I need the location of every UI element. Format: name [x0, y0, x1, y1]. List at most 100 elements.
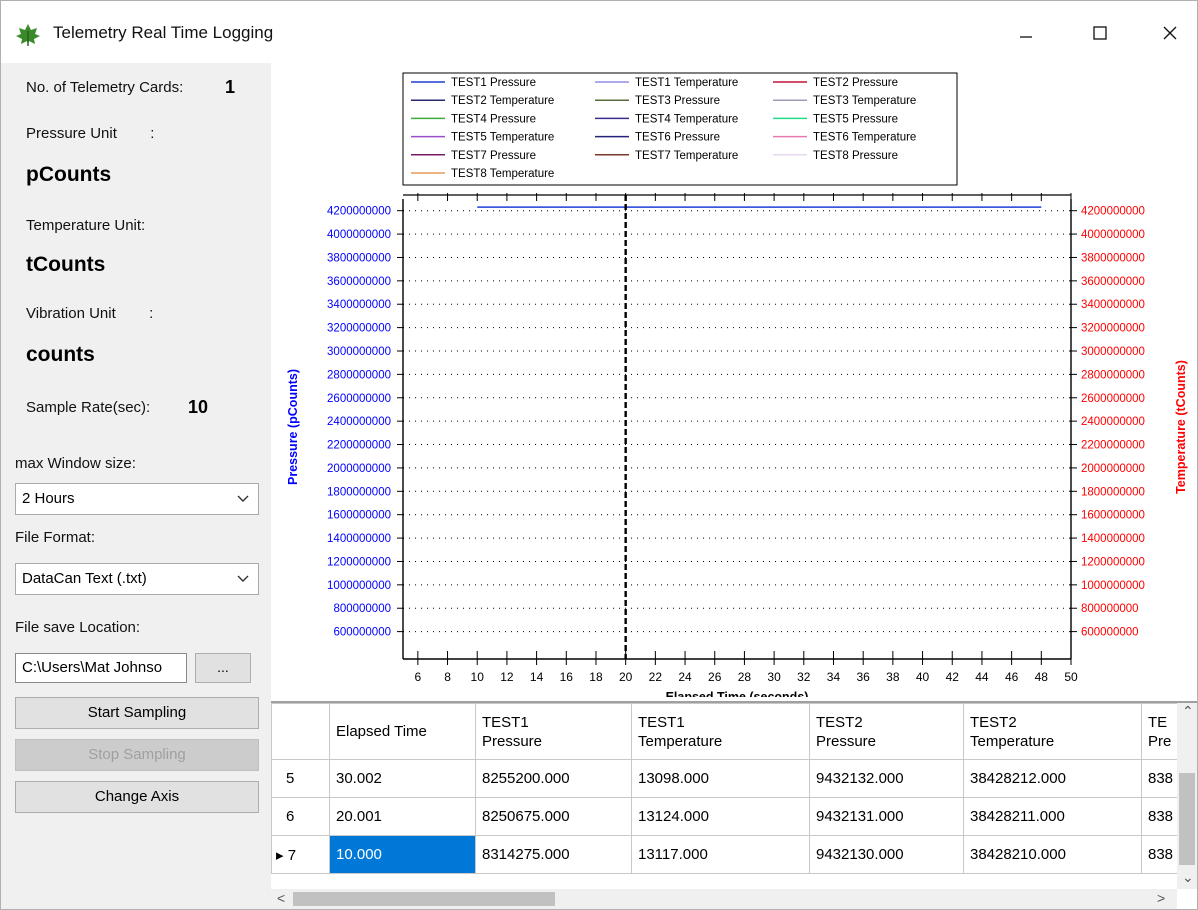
close-button[interactable] [1147, 11, 1193, 55]
row-header[interactable]: ▸ 7 [271, 835, 330, 874]
pressure-unit-label: Pressure Unit : [26, 125, 155, 142]
row-header[interactable]: 5 [271, 759, 330, 798]
table-cell[interactable]: 38428210.000 [963, 835, 1142, 874]
y-tick-label-left: 3600000000 [327, 276, 391, 288]
table-row[interactable]: 5 30.002 8255200.000 13098.000 9432132.000 38… [271, 759, 1178, 798]
column-header[interactable]: TEST1 Temperature [631, 703, 810, 760]
horizontal-scrollbar[interactable]: < > [271, 889, 1177, 909]
max-window-select[interactable]: 2 Hours [15, 483, 259, 515]
y-tick-label-right: 1400000000 [1081, 533, 1145, 545]
column-header[interactable]: Elapsed Time [329, 703, 476, 760]
y-tick-label-right: 3000000000 [1081, 346, 1145, 358]
y-tick-label-left: 4000000000 [327, 229, 391, 241]
vertical-scroll-thumb[interactable] [1179, 773, 1195, 865]
legend-label: TEST2 Temperature [451, 95, 554, 107]
legend-label: TEST4 Pressure [451, 113, 536, 125]
legend-label: TEST8 Pressure [813, 150, 898, 162]
legend-label: TEST5 Temperature [451, 132, 554, 144]
file-format-label: File Format: [15, 529, 96, 546]
stop-sampling-button[interactable]: Stop Sampling [15, 739, 259, 771]
max-window-label: max Window size: [15, 455, 136, 472]
y-tick-label-left: 2800000000 [327, 369, 391, 381]
table-cell[interactable]: 838 [1141, 835, 1178, 874]
table-cell[interactable]: 8255200.000 [475, 759, 632, 798]
y-tick-label-left: 3800000000 [327, 252, 391, 264]
table-cell[interactable]: 20.001 [329, 797, 476, 836]
y-tick-label-left: 2400000000 [327, 416, 391, 428]
table-cell[interactable]: 9432132.000 [809, 759, 964, 798]
y-tick-label-left: 1600000000 [327, 510, 391, 522]
x-tick-label: 38 [886, 670, 900, 684]
x-tick-label: 48 [1035, 670, 1049, 684]
table-cell[interactable]: 30.002 [329, 759, 476, 798]
file-format-select[interactable]: DataCan Text (.txt) [15, 563, 259, 595]
x-tick-label: 18 [589, 670, 603, 684]
y-tick-label-right: 3200000000 [1081, 323, 1145, 335]
y-axis-title-left: Pressure (pCounts) [286, 369, 300, 485]
data-grid[interactable]: Elapsed Time TEST1 Pressure TEST1 Temperatur… [271, 701, 1197, 909]
minimize-button[interactable] [1003, 11, 1049, 55]
scroll-right-icon[interactable]: > [1157, 890, 1165, 906]
column-header[interactable]: TEST2 Pressure [809, 703, 964, 760]
y-tick-label-left: 4200000000 [327, 206, 391, 218]
x-tick-label: 36 [856, 670, 870, 684]
save-location-input[interactable]: C:\Users\Mat Johnso [15, 653, 187, 683]
x-tick-label: 16 [560, 670, 574, 684]
horizontal-scroll-thumb[interactable] [293, 892, 555, 906]
y-tick-label-left: 2000000000 [327, 463, 391, 475]
table-cell[interactable]: 8250675.000 [475, 797, 632, 836]
table-cell[interactable]: 838 [1141, 797, 1178, 836]
x-tick-label: 28 [738, 670, 752, 684]
table-cell[interactable]: 13098.000 [631, 759, 810, 798]
y-tick-label-left: 1400000000 [327, 533, 391, 545]
table-row[interactable]: ▸ 7 10.000 8314275.000 13117.000 9432130.000… [271, 835, 1178, 874]
table-cell[interactable]: 13124.000 [631, 797, 810, 836]
column-header[interactable]: TE Pre [1141, 703, 1178, 760]
x-tick-label: 12 [500, 670, 514, 684]
x-tick-label: 24 [678, 670, 692, 684]
column-header[interactable]: TEST2 Temperature [963, 703, 1142, 760]
y-tick-label-right: 3600000000 [1081, 276, 1145, 288]
scroll-up-icon[interactable]: ⌃ [1182, 703, 1194, 720]
window-title: Telemetry Real Time Logging [53, 23, 274, 42]
browse-button[interactable]: ... [195, 653, 251, 683]
y-tick-label-right: 2800000000 [1081, 369, 1145, 381]
y-tick-label-left: 3000000000 [327, 346, 391, 358]
scroll-left-icon[interactable]: < [277, 890, 285, 906]
title-bar[interactable]: Telemetry Real Time Logging [1, 1, 1197, 63]
table-cell[interactable]: 38428211.000 [963, 797, 1142, 836]
x-tick-label: 14 [530, 670, 544, 684]
table-cell[interactable]: 838 [1141, 759, 1178, 798]
y-tick-label-left: 3200000000 [327, 323, 391, 335]
table-cell[interactable]: 9432130.000 [809, 835, 964, 874]
scroll-down-icon[interactable]: ⌄ [1182, 869, 1194, 886]
settings-panel: No. of Telemetry Cards: 1 Pressure Unit … [1, 63, 271, 909]
table-row[interactable]: 6 20.001 8250675.000 13124.000 9432131.000 38… [271, 797, 1178, 836]
y-tick-label-right: 800000000 [1081, 603, 1139, 615]
table-cell[interactable]: 38428212.000 [963, 759, 1142, 798]
row-header[interactable]: 6 [271, 797, 330, 836]
start-sampling-button[interactable]: Start Sampling [15, 697, 259, 729]
y-tick-label-right: 1800000000 [1081, 486, 1145, 498]
table-cell[interactable]: 9432131.000 [809, 797, 964, 836]
y-tick-label-left: 1200000000 [327, 556, 391, 568]
table-cell[interactable]: 13117.000 [631, 835, 810, 874]
y-tick-label-left: 1000000000 [327, 580, 391, 592]
temperature-unit-label: Temperature Unit: [26, 217, 146, 234]
change-axis-button[interactable]: Change Axis [15, 781, 259, 813]
vertical-scrollbar[interactable]: ⌃ ⌄ [1177, 703, 1197, 889]
telemetry-chart[interactable]: TEST1 Pressure TEST1 Temperature TEST2 Pre… [271, 63, 1197, 697]
legend-label: TEST5 Pressure [813, 113, 898, 125]
max-window-value: 2 Hours [22, 490, 75, 507]
maximize-button[interactable] [1077, 11, 1123, 55]
y-tick-label-left: 2200000000 [327, 440, 391, 452]
legend-label: TEST8 Temperature [451, 168, 554, 180]
maximize-icon [1093, 26, 1107, 40]
row-header-corner[interactable] [271, 703, 330, 760]
column-header[interactable]: TEST1 Pressure [475, 703, 632, 760]
table-cell[interactable]: 8314275.000 [475, 835, 632, 874]
x-axis-title: Elapsed Time (seconds) [666, 690, 809, 697]
table-cell[interactable]: 10.000 [329, 835, 476, 874]
vibration-unit-value: counts [26, 343, 95, 366]
x-tick-label: 6 [415, 670, 422, 684]
